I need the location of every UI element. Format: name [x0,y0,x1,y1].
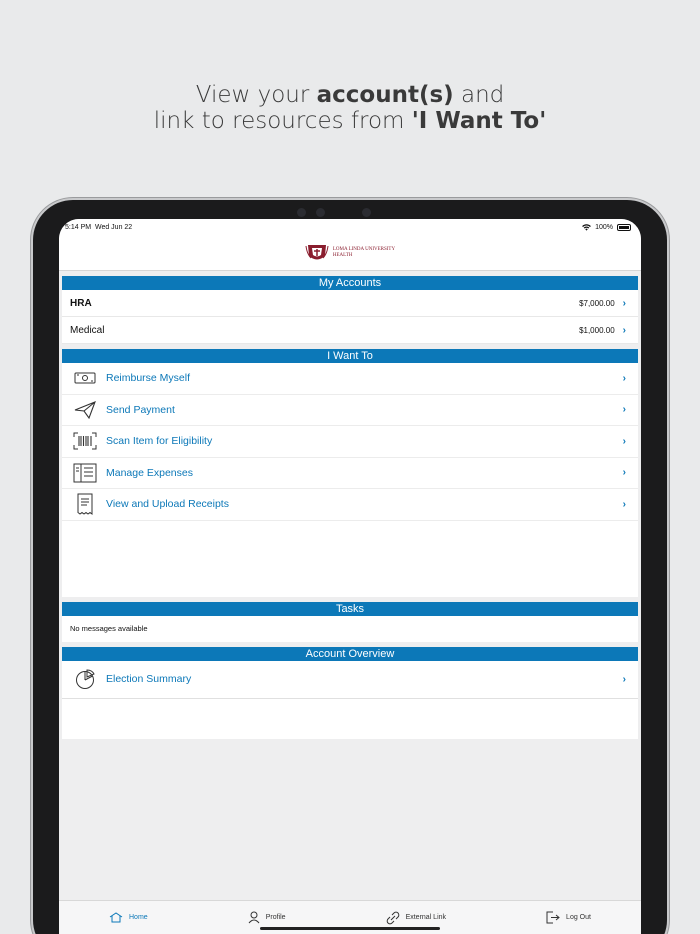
status-time: 5:14 PM [65,223,92,231]
home-icon [109,912,123,923]
chevron-right-icon: › [622,372,626,384]
want-item-label: Scan Item for Eligibility [106,435,213,448]
status-bar: 5:14 PM Wed Jun 22 100% [59,219,641,235]
tab-home[interactable]: Home [109,912,148,923]
account-balance: $7,000.00 [579,298,615,308]
tab-label: Log Out [566,914,591,921]
headline-text: View your [195,82,317,108]
cash-icon [72,367,98,389]
status-left: 5:14 PM Wed Jun 22 [65,224,132,231]
headline-line-1: View your account(s) and [0,82,700,108]
paper-plane-icon [72,399,98,421]
want-item-send-payment[interactable]: Send Payment › [62,395,638,426]
tab-profile[interactable]: Profile [248,911,286,924]
want-item-label: Manage Expenses [106,466,193,479]
headline-text: and [453,82,505,108]
logout-icon [546,911,560,924]
my-accounts-title: My Accounts [62,276,638,290]
tab-external-link[interactable]: External Link [386,911,446,925]
account-amount-group: $1,000.00 › [579,325,626,336]
camera-dot [362,208,371,217]
i-want-to-panel: I Want To Reimburse Myself › Send Paymen… [62,349,638,597]
university-crest-icon [305,244,329,259]
receipt-icon [72,493,98,516]
chevron-right-icon: › [622,435,626,447]
barcode-icon [72,430,98,452]
chevron-right-icon: › [622,297,626,309]
panel-filler [62,520,638,597]
headline-line-2: link to resources from 'I Want To' [0,108,700,134]
want-item-label: Reimburse Myself [106,372,191,385]
account-amount-group: $7,000.00 › [579,298,626,309]
chevron-right-icon: › [622,467,626,479]
account-row-hra[interactable]: HRA $7,000.00 › [62,290,638,317]
tasks-empty-message: No messages available [70,623,148,633]
panel-filler [62,698,638,739]
tasks-panel: Tasks No messages available [62,601,638,642]
account-row-medical[interactable]: Medical $1,000.00 › [62,317,638,344]
tasks-title: Tasks [62,601,638,616]
account-overview-panel: Account Overview Election Summary › [62,646,638,739]
camera-dot [316,208,325,217]
my-accounts-panel: My Accounts HRA $7,000.00 › Medical $1,0… [62,276,638,344]
logo-line-1: LOMA LINDA UNIVERSITY [332,246,396,252]
want-item-scan-item[interactable]: Scan Item for Eligibility › [62,426,638,458]
want-item-manage-expenses[interactable]: Manage Expenses › [62,458,638,489]
ledger-icon [72,462,98,484]
status-date: Wed Jun 22 [94,223,133,231]
tab-label: External Link [405,914,447,921]
app-screen: 5:14 PM Wed Jun 22 100% LOMA LINDA UNIVE… [59,219,641,934]
app-header: LOMA LINDA UNIVERSITY HEALTH [59,235,641,271]
person-icon [248,911,260,924]
wifi-icon [582,223,591,231]
overview-item-election-summary[interactable]: Election Summary › [62,661,638,699]
status-right: 100% [582,223,631,231]
account-overview-title: Account Overview [62,646,638,661]
camera-dot [297,208,306,217]
headline-text: link to resources from [153,108,412,134]
want-item-reimburse-myself[interactable]: Reimburse Myself › [62,363,638,395]
tab-log-out[interactable]: Log Out [546,911,591,924]
headline-emphasis: account(s) [316,82,454,108]
want-item-label: Send Payment [106,403,175,416]
headline-emphasis: 'I Want To' [411,108,547,134]
battery-percent: 100% [595,223,613,231]
chevron-right-icon: › [622,324,626,336]
want-item-label: View and Upload Receipts [106,498,229,511]
logo-line-2: HEALTH [332,252,353,258]
account-name: HRA [70,297,92,309]
account-balance: $1,000.00 [579,325,615,335]
home-indicator [260,927,440,930]
university-logo-text: LOMA LINDA UNIVERSITY HEALTH [333,247,395,259]
want-item-view-upload-receipts[interactable]: View and Upload Receipts › [62,489,638,521]
account-name: Medical [70,324,105,336]
marketing-headline: View your account(s) and link to resourc… [0,82,700,134]
i-want-to-title: I Want To [62,349,638,363]
chevron-right-icon: › [622,404,626,416]
chevron-right-icon: › [622,498,626,510]
link-icon [386,911,399,924]
tab-label: Profile [265,914,286,921]
tab-label: Home [129,914,148,921]
overview-item-label: Election Summary [106,673,192,685]
battery-icon [617,223,631,231]
chevron-right-icon: › [622,673,626,685]
pie-chart-icon [72,668,98,690]
bottom-tab-bar: Home Profile External Link Log Out [59,900,641,934]
